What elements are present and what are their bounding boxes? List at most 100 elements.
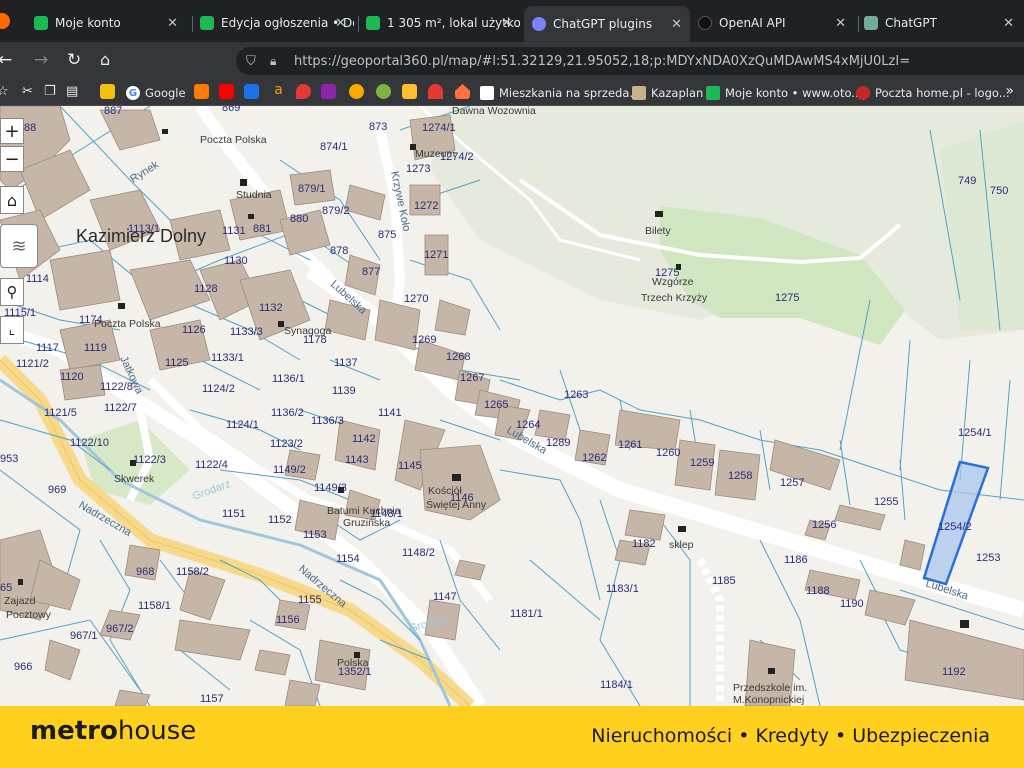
- church-icon: [452, 474, 461, 481]
- parcel-number-label: 879/1: [298, 183, 326, 195]
- tracking-shield-icon[interactable]: ⛉: [246, 54, 256, 69]
- lock-icon[interactable]: 🔒︎: [270, 54, 276, 69]
- google-icon: G: [126, 86, 140, 100]
- tab-label: OpenAI API: [719, 16, 786, 30]
- search-button[interactable]: ⚲: [0, 278, 24, 306]
- tab-edycja[interactable]: Edycja ogłoszenia • Do ✕: [200, 8, 354, 38]
- bookmark-owl-icon[interactable]: [376, 84, 391, 99]
- bookmark-poczta[interactable]: Poczta home.pl - logo...: [856, 84, 1010, 102]
- home-view-button[interactable]: ⌂: [0, 186, 24, 214]
- parcel-number-label: 1133/3: [230, 326, 263, 338]
- parcel-number-label: 1114: [26, 273, 49, 285]
- scissors-icon[interactable]: ✂: [22, 84, 33, 99]
- bookmark-wheel-icon[interactable]: [349, 84, 364, 99]
- zoom-out-button[interactable]: −: [0, 146, 24, 172]
- bookmark-speed-icon[interactable]: [428, 84, 443, 99]
- cadastral-map[interactable]: Rynek Lubelska Lubelska Lubelska Nadrzec…: [0, 106, 1024, 706]
- bookmark-c-icon[interactable]: [402, 84, 417, 99]
- cup-icon: [678, 526, 686, 532]
- parcel-number-label: 1262: [582, 452, 606, 464]
- more-bookmarks-icon[interactable]: »: [1005, 83, 1014, 99]
- tab-lokal[interactable]: 1 305 m², lokal użytko ✕: [366, 8, 520, 38]
- parcel-number-label: 1145: [398, 460, 422, 472]
- bookmark-video-icon[interactable]: [244, 84, 259, 99]
- parcel-number-label: 1121/5: [44, 407, 77, 419]
- parcel-number-label: 1192: [942, 666, 966, 678]
- map-view[interactable]: Rynek Lubelska Lubelska Lubelska Nadrzec…: [0, 106, 1024, 706]
- bookmarks-bar: ☆ ✂ ❐ ▤ G Google a Mieszkania na sprzeda…: [0, 80, 1024, 106]
- parcel-number-label: 1267: [460, 372, 484, 384]
- parcel-number-label: 968: [136, 566, 154, 578]
- star-icon[interactable]: ☆: [0, 84, 9, 99]
- bookmark-favicon-icon: [480, 86, 494, 100]
- parcel-number-label: 1182: [632, 538, 656, 550]
- parcel-number-label: 1254/2: [938, 521, 972, 533]
- measure-button[interactable]: ⌞: [0, 316, 24, 344]
- bookmark-x-icon[interactable]: [100, 84, 115, 99]
- parcel-number-label: 1261: [618, 439, 642, 451]
- poi-icon: [162, 129, 168, 134]
- parcel-number-label: 1147: [433, 591, 457, 603]
- parcel-number-label: 873: [369, 121, 387, 133]
- amazon-icon[interactable]: a: [271, 83, 286, 99]
- parcel-number-label: 874/1: [320, 141, 348, 153]
- parcel-number-label: 967/1: [70, 630, 98, 642]
- layers-button[interactable]: ≋: [0, 224, 38, 268]
- bookmark-google[interactable]: G Google: [126, 84, 186, 102]
- clipboard-icon[interactable]: ▤: [66, 84, 78, 99]
- parcel-number-label: 88: [24, 122, 36, 134]
- bookmark-map-icon[interactable]: [296, 84, 311, 99]
- tab-label: Moje konto: [55, 16, 121, 30]
- bookmark-shop-icon[interactable]: [321, 84, 336, 99]
- parcel-number-label: 65: [0, 582, 12, 594]
- bookmark-label: Kazaplan: [651, 86, 704, 100]
- parcel-number-label: 1263: [564, 389, 588, 401]
- parcel-number-label: 1119: [84, 342, 107, 354]
- bookmark-label: Moje konto • www.oto...: [725, 86, 863, 100]
- bookmark-icon[interactable]: [194, 84, 209, 99]
- cross-icon: [960, 620, 969, 628]
- poi-label: Poczta Polska: [94, 318, 161, 330]
- parcel-number-label: 1260: [656, 447, 680, 459]
- parcel-number-label: 1188: [806, 585, 830, 597]
- search-icon: ⚲: [6, 283, 18, 301]
- youtube-icon[interactable]: [219, 84, 234, 99]
- parcel-number-label: 1152: [268, 514, 292, 526]
- tab-label: ChatGPT: [885, 16, 937, 30]
- bookmark-kazaplan[interactable]: Kazaplan: [632, 84, 703, 102]
- parcel-number-label: 1181/1: [510, 608, 543, 620]
- reload-icon[interactable]: ↻: [67, 50, 81, 70]
- parcel-number-label: 1271: [424, 249, 448, 261]
- tab-chatgpt[interactable]: ChatGPT ✕: [864, 8, 1022, 38]
- tab-chatgpt-plugins[interactable]: ChatGPT plugins ✕: [524, 6, 690, 42]
- bookmark-mieszkania[interactable]: Mieszkania na sprzeda...: [480, 84, 640, 102]
- close-icon[interactable]: ✕: [335, 16, 346, 31]
- cup-icon: [655, 211, 663, 217]
- parcel-number-label: 750: [990, 185, 1008, 197]
- parcel-number-label: 1257: [780, 477, 804, 489]
- copy-icon[interactable]: ❐: [44, 84, 56, 99]
- home-icon[interactable]: ⌂: [100, 50, 110, 69]
- forward-icon[interactable]: →: [34, 50, 48, 70]
- tagline: Nieruchomości • Kredyty • Ubezpieczenia: [591, 725, 990, 747]
- close-icon[interactable]: ✕: [167, 16, 178, 31]
- bookmark-moje-konto[interactable]: Moje konto • www.oto...: [706, 84, 862, 102]
- poi-label: Zajazd: [4, 595, 36, 607]
- close-icon[interactable]: ✕: [671, 17, 682, 32]
- parcel-number-label: 1149/3: [314, 482, 347, 494]
- tab-moje-konto[interactable]: Moje konto ✕: [34, 8, 186, 38]
- zoom-in-button[interactable]: +: [0, 118, 24, 144]
- close-icon[interactable]: ✕: [501, 16, 512, 31]
- parcel-number-label: 1123/2: [270, 438, 303, 450]
- parcel-number-label: 1254/1: [958, 427, 992, 439]
- tab-openai-api[interactable]: OpenAI API ✕: [698, 8, 854, 38]
- parcel-number-label: 1265: [484, 399, 508, 411]
- close-icon[interactable]: ✕: [1003, 16, 1014, 31]
- parcel-number-label: 969: [48, 484, 66, 496]
- back-icon[interactable]: ←: [0, 50, 12, 70]
- parcel-number-label: 1136/2: [271, 407, 304, 419]
- url-field[interactable]: ⛉ 🔒︎ https://geoportal360.pl/map/#l:51.3…: [236, 47, 1024, 75]
- close-icon[interactable]: ✕: [835, 16, 846, 31]
- parcel-number-label: 877: [362, 266, 380, 278]
- bookmark-home-icon[interactable]: [455, 84, 470, 99]
